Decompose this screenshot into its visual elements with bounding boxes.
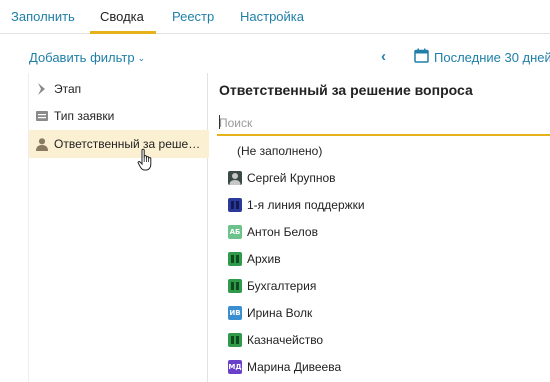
- person-icon: [36, 138, 48, 151]
- user-photo-avatar: [228, 171, 242, 185]
- search-field: [217, 110, 550, 136]
- option-label: Сергей Крупнов: [247, 171, 336, 185]
- group-icon: [228, 333, 242, 347]
- filter-bar: Добавить фильтр ⌄ ‹ Последние 30 дней: [0, 34, 550, 72]
- user-initials-avatar: АБ: [228, 225, 242, 239]
- group-icon: [228, 198, 242, 212]
- option-label: Бухгалтерия: [247, 279, 317, 293]
- option-label: Архив: [247, 252, 281, 266]
- previous-period-button[interactable]: ‹: [381, 48, 386, 65]
- search-input[interactable]: [219, 113, 539, 133]
- user-initials-avatar: ИВ: [228, 306, 242, 320]
- tab-fill[interactable]: Заполнить: [11, 9, 75, 24]
- tab-registry[interactable]: Реестр: [172, 9, 214, 24]
- add-filter-button[interactable]: Добавить фильтр ⌄: [29, 50, 145, 65]
- period-selector[interactable]: Последние 30 дней: [434, 50, 550, 65]
- option-label: Казначейство: [247, 333, 324, 347]
- user-initials-avatar: МД: [228, 360, 242, 374]
- option-label: (Не заполнено): [237, 144, 323, 158]
- option-label: Антон Белов: [247, 225, 318, 239]
- option-user[interactable]: Сергей Крупнов: [220, 168, 540, 190]
- group-icon: [228, 252, 242, 266]
- values-panel-title: Ответственный за решение вопроса: [219, 82, 473, 98]
- field-item-responsible[interactable]: Ответственный за решение вопроса: [29, 130, 209, 158]
- chevron-down-icon: ⌄: [137, 53, 146, 63]
- tab-summary[interactable]: Сводка: [100, 9, 144, 24]
- hand-cursor-icon: [137, 148, 152, 171]
- text-caret: [219, 115, 220, 129]
- filter-field-list: Этап Тип заявки Ответственный за решение…: [28, 73, 209, 382]
- chevron-right-icon: [38, 83, 45, 95]
- option-group[interactable]: Бухгалтерия: [220, 276, 540, 298]
- field-item-request-type[interactable]: Тип заявки: [29, 102, 209, 130]
- option-not-filled[interactable]: (Не заполнено): [220, 141, 540, 163]
- field-item-label: Ответственный за решение вопроса: [54, 137, 206, 151]
- field-item-stage[interactable]: Этап: [29, 75, 209, 103]
- option-user[interactable]: АБ Антон Белов: [220, 222, 540, 244]
- option-group[interactable]: Архив: [220, 249, 540, 271]
- top-tabs: Заполнить Сводка Реестр Настройка: [0, 0, 550, 34]
- option-user[interactable]: ИВ Ирина Волк: [220, 303, 540, 325]
- option-group[interactable]: 1-я линия поддержки: [220, 195, 540, 217]
- add-filter-label: Добавить фильтр: [29, 50, 135, 65]
- calendar-icon[interactable]: [414, 48, 429, 63]
- option-label: Марина Дивеева: [247, 360, 342, 374]
- option-label: 1-я линия поддержки: [247, 198, 365, 212]
- group-icon: [228, 279, 242, 293]
- option-group[interactable]: Казначейство: [220, 330, 540, 352]
- option-label: Ирина Волк: [247, 306, 313, 320]
- field-item-label: Тип заявки: [54, 109, 115, 123]
- field-item-label: Этап: [54, 82, 82, 96]
- option-user[interactable]: МД Марина Дивеева: [220, 357, 540, 379]
- tab-settings[interactable]: Настройка: [240, 9, 304, 24]
- list-icon: [36, 111, 48, 121]
